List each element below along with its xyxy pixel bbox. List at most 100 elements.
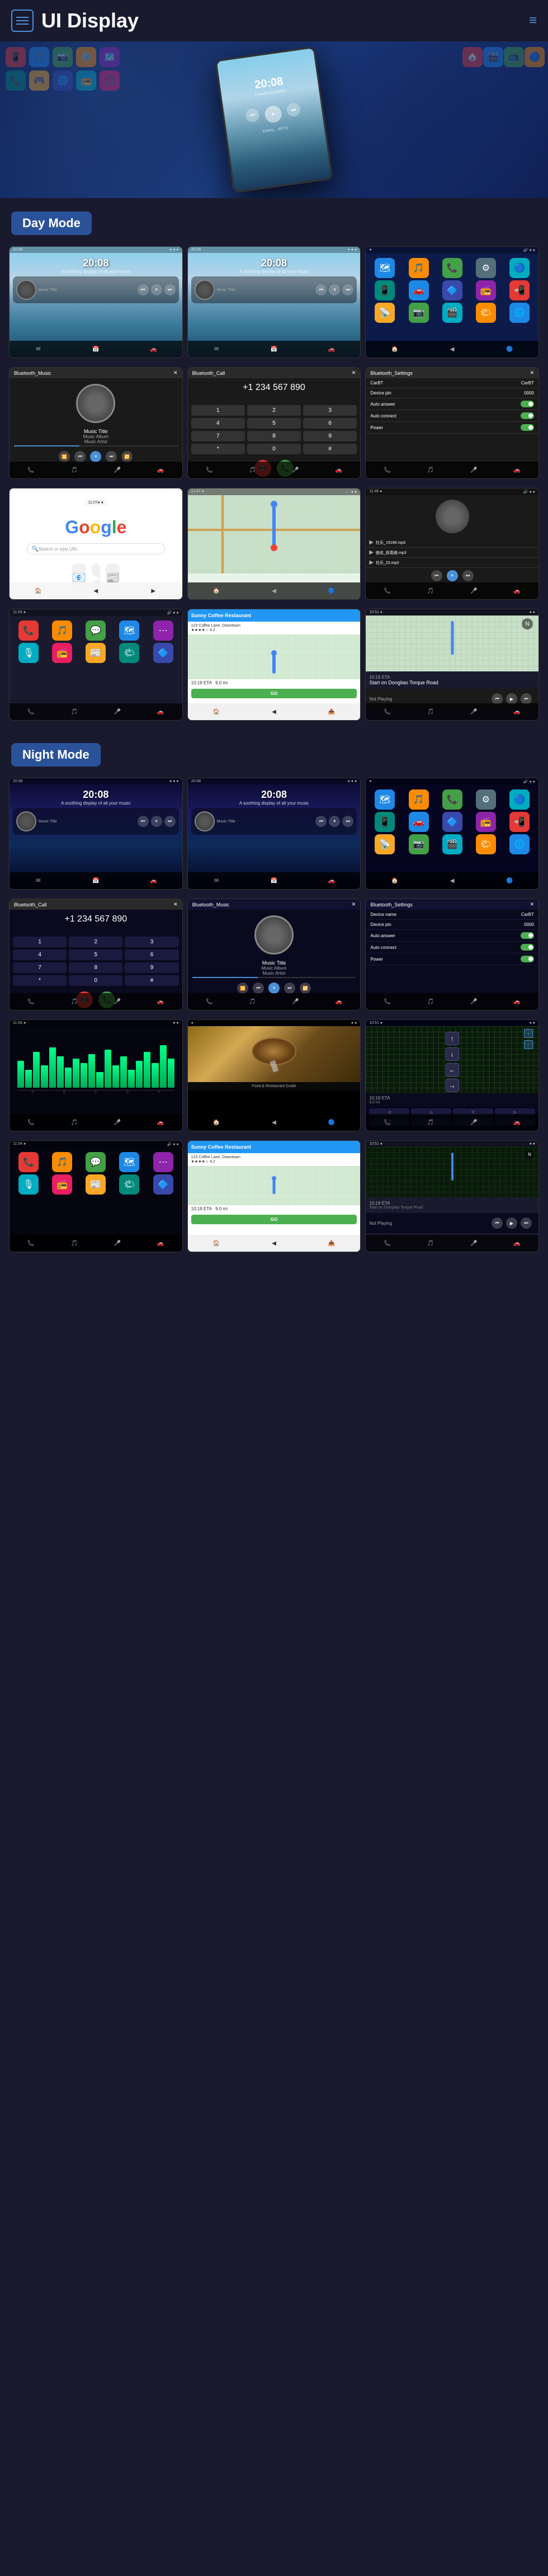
- night-share-coffee[interactable]: 📤: [325, 1237, 338, 1250]
- night-apts-eq[interactable]: 🎤: [111, 1116, 124, 1129]
- night-app-settings[interactable]: ⚙: [476, 789, 496, 810]
- night-dial-star[interactable]: *: [13, 975, 67, 986]
- play-btn-1[interactable]: ⏸: [151, 284, 162, 295]
- bt-icon-map[interactable]: 🔵: [325, 584, 338, 598]
- music-player-2[interactable]: Music Title ⏮ ⏸ ⏭: [191, 276, 357, 303]
- social-play[interactable]: ⏸: [447, 570, 458, 581]
- night-apts-np[interactable]: 🎤: [467, 1237, 480, 1250]
- power-toggle[interactable]: [521, 424, 534, 431]
- night-app-podcast-l[interactable]: 🎙: [18, 1174, 39, 1195]
- night-phone-eq[interactable]: 📞: [25, 1116, 38, 1129]
- night-compass[interactable]: N: [525, 1150, 534, 1159]
- night-dial-6[interactable]: 6: [125, 949, 178, 960]
- night-app-msg-l[interactable]: 💬: [86, 1152, 106, 1172]
- night-phone-s[interactable]: 📞: [381, 995, 394, 1008]
- night-play-1[interactable]: ⏸: [151, 816, 162, 827]
- night-play-2[interactable]: ⏸: [329, 816, 340, 827]
- music-icon-ad[interactable]: 🎵: [68, 705, 81, 718]
- night-app-weather-l[interactable]: 🌤: [119, 1174, 139, 1195]
- night-app-phone-l[interactable]: 📞: [18, 1152, 39, 1172]
- night-back-3[interactable]: ◀: [446, 874, 459, 887]
- night-phone-m[interactable]: 📞: [202, 995, 216, 1008]
- night-dial-5[interactable]: 5: [69, 949, 122, 960]
- night-music-m[interactable]: 🎵: [245, 995, 259, 1008]
- night-app-bt[interactable]: 🔵: [509, 789, 530, 810]
- night-music-r[interactable]: 🎵: [424, 1116, 437, 1129]
- apts-icon-sm[interactable]: 🎤: [467, 584, 480, 598]
- night-app-bt2[interactable]: 🔷: [442, 812, 462, 832]
- play-pause-button[interactable]: ⏸: [264, 105, 283, 124]
- apts-icon-s[interactable]: 🎤: [467, 463, 480, 477]
- night-email-1[interactable]: ✉: [31, 874, 45, 887]
- next-button[interactable]: ⏭: [286, 102, 301, 117]
- night-app-radio-l[interactable]: 📻: [52, 1174, 72, 1195]
- next-btn-2[interactable]: ⏭: [342, 284, 353, 295]
- night-next-1[interactable]: ⏭: [164, 816, 176, 827]
- app-podcast-day[interactable]: 🎙: [18, 643, 39, 663]
- music-player-1[interactable]: Music Title ⏮ ⏸ ⏭: [13, 276, 179, 303]
- night-auto-np[interactable]: 🚗: [510, 1237, 523, 1250]
- phone-icon-ad[interactable]: 📞: [25, 705, 38, 718]
- auto-icon-sm[interactable]: 🚗: [510, 584, 523, 598]
- app-icon-media[interactable]: 🎬: [442, 303, 462, 323]
- np-play[interactable]: ▶: [506, 693, 517, 704]
- apts-icon-2[interactable]: 📅: [267, 342, 281, 356]
- prev-button[interactable]: ⏮: [245, 108, 260, 123]
- night-progress-bar[interactable]: [192, 977, 356, 978]
- night-bt-3[interactable]: 🔵: [503, 874, 517, 887]
- night-app-more-l[interactable]: ⋯: [153, 1152, 173, 1172]
- app-icon-tel[interactable]: 📱: [375, 280, 395, 300]
- music-icon-s[interactable]: 🎵: [424, 463, 437, 477]
- app-weather-day[interactable]: 🌤: [119, 643, 139, 663]
- night-bt-music-close[interactable]: ✕: [352, 901, 356, 908]
- app-icon-maps[interactable]: 🗺: [375, 258, 395, 278]
- night-apts-m[interactable]: 🎤: [289, 995, 303, 1008]
- go-button[interactable]: GO: [191, 689, 357, 698]
- night-app-tel[interactable]: 📱: [375, 812, 395, 832]
- night-auto-eq[interactable]: 🚗: [154, 1116, 167, 1129]
- phone-icon-s[interactable]: 📞: [381, 463, 394, 477]
- night-auto-connect-toggle[interactable]: [521, 944, 534, 951]
- night-prev-2[interactable]: ⏮: [315, 816, 327, 827]
- night-dial-hash[interactable]: #: [125, 975, 178, 986]
- dial-1[interactable]: 1: [191, 405, 245, 416]
- compass[interactable]: N: [522, 618, 533, 629]
- dial-6[interactable]: 6: [303, 418, 357, 429]
- menu-icon[interactable]: [11, 10, 34, 32]
- night-auto-2[interactable]: 🚗: [325, 874, 338, 887]
- app-icon-radio[interactable]: 📻: [476, 280, 496, 300]
- night-apts-s[interactable]: 🎤: [467, 995, 480, 1008]
- night-dial-2[interactable]: 2: [69, 937, 122, 947]
- night-auto-1[interactable]: 🚗: [147, 874, 160, 887]
- night-music-player-1[interactable]: Music Title ⏮ ⏸ ⏭: [13, 808, 179, 835]
- next-btn-1[interactable]: ⏭: [164, 284, 176, 295]
- apts-icon-m[interactable]: 🎤: [111, 463, 124, 477]
- back-icon-g[interactable]: ◀: [89, 584, 102, 598]
- night-zoom-in[interactable]: +: [524, 1029, 533, 1038]
- apts-icon[interactable]: 📅: [89, 342, 102, 356]
- google-search-bar[interactable]: 🔍 Search or type URL: [27, 543, 165, 554]
- app-icon-settings[interactable]: ⚙: [476, 258, 496, 278]
- progress-bar[interactable]: [14, 445, 178, 446]
- night-app-radio[interactable]: 📻: [476, 812, 496, 832]
- night-bt-settings-close[interactable]: ✕: [530, 901, 534, 908]
- night-email-2[interactable]: ✉: [210, 874, 223, 887]
- night-app-other-l[interactable]: 🔷: [153, 1174, 173, 1195]
- night-apts-r[interactable]: 🎤: [467, 1116, 480, 1129]
- night-auto-s[interactable]: 🚗: [510, 995, 523, 1008]
- bt-icon[interactable]: 🔵: [503, 342, 517, 356]
- dial-9[interactable]: 9: [303, 431, 357, 441]
- night-app-phone[interactable]: 📞: [442, 789, 462, 810]
- night-app-apps[interactable]: 📲: [509, 812, 530, 832]
- repeat-btn[interactable]: 🔁: [121, 451, 133, 462]
- night-home-f[interactable]: 🏠: [210, 1116, 223, 1129]
- night-shuffle[interactable]: 🔀: [237, 983, 248, 994]
- auto-icon-np[interactable]: 🚗: [510, 705, 523, 718]
- apts-icon-ad[interactable]: 🎤: [111, 705, 124, 718]
- night-back-f[interactable]: ◀: [267, 1116, 281, 1129]
- next-btn-music[interactable]: ⏭: [106, 451, 117, 462]
- back-icon[interactable]: ◀: [446, 342, 459, 356]
- music-icon[interactable]: 🎵: [68, 463, 81, 477]
- share-icon-coffee[interactable]: 📤: [325, 705, 338, 718]
- app-phone-day[interactable]: 📞: [18, 621, 39, 641]
